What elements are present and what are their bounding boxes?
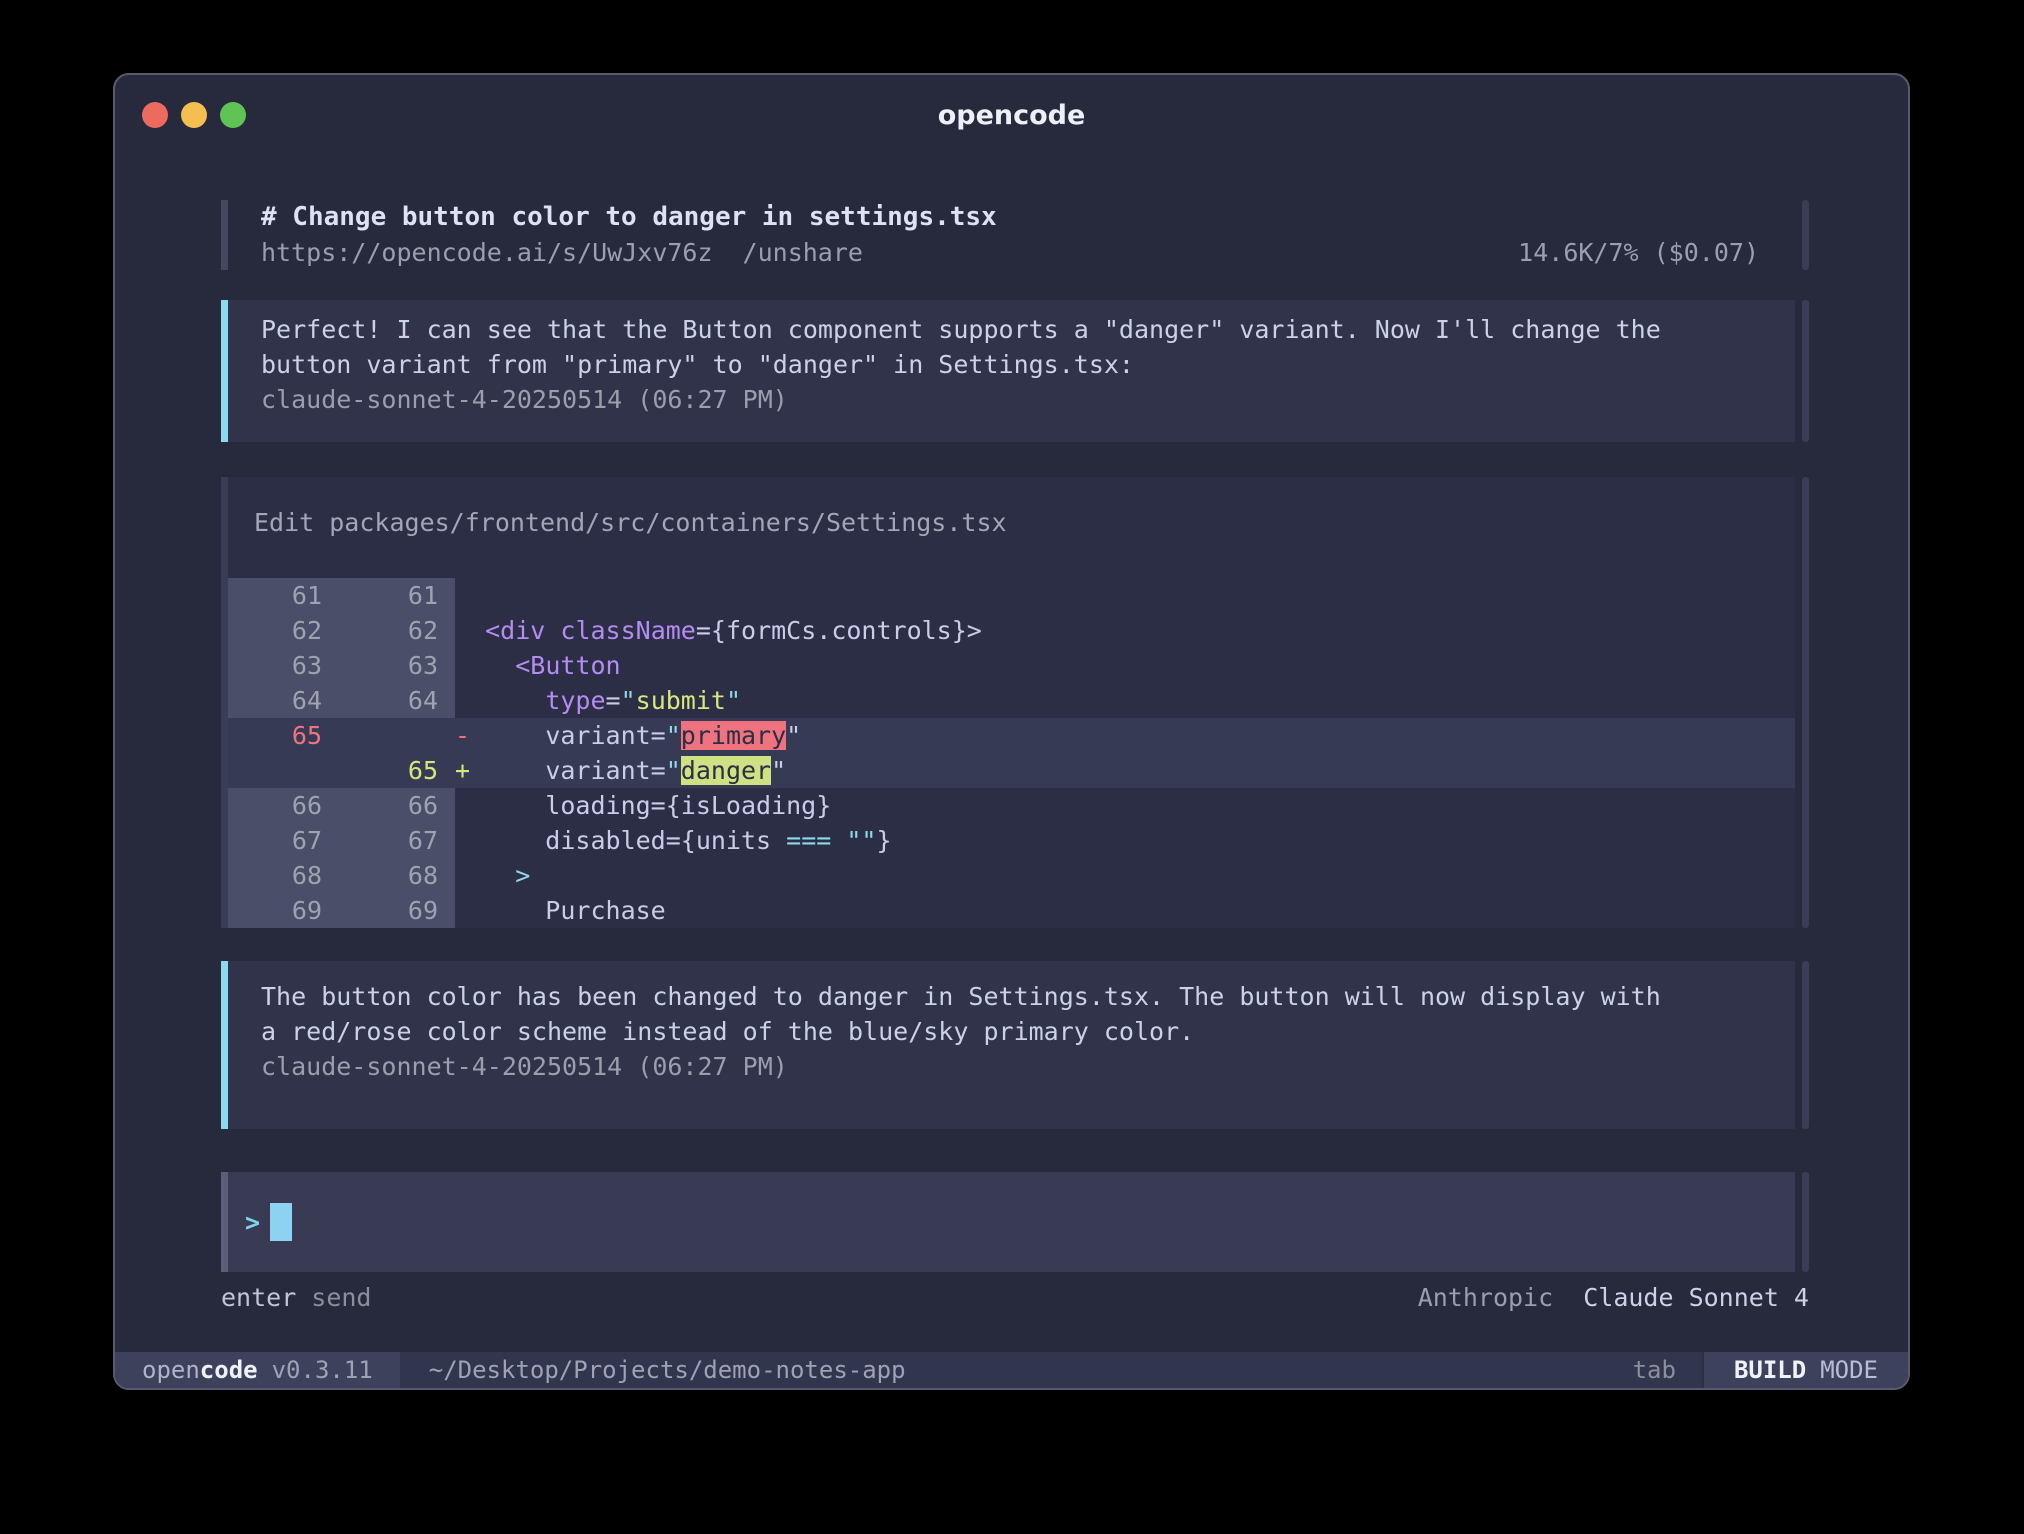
diff-code-line: <Button (455, 648, 1795, 683)
diff-code-line: type="submit" (455, 683, 1795, 718)
scrollbar-segment (1802, 477, 1809, 928)
diff-new-line-number: 66 (322, 788, 438, 823)
scrollbar-segment (1802, 961, 1809, 1129)
diff-new-line-number: 67 (322, 823, 438, 858)
titlebar: opencode (115, 75, 1908, 155)
message-text: button variant from "primary" to "danger… (261, 347, 1795, 382)
diff-gutter-pad (438, 788, 455, 823)
diff-code-line: loading={isLoading} (455, 788, 1795, 823)
tab-key-hint: tab (1633, 1356, 1676, 1384)
prompt-symbol: > (245, 1208, 260, 1237)
enter-key-hint: enter (221, 1280, 296, 1315)
diff-row: 6262 <div className={formCs.controls}> (228, 613, 1795, 648)
app-name-open: open (142, 1356, 200, 1384)
diff-new-line-number: 69 (322, 893, 438, 928)
scrollbar-segment (1802, 200, 1809, 270)
message-text: The button color has been changed to dan… (261, 979, 1795, 1014)
diff-code-line: Purchase (455, 893, 1795, 928)
model-label: Claude Sonnet 4 (1583, 1283, 1809, 1312)
diff-new-line-number: 64 (322, 683, 438, 718)
diff-old-line-number: 65 (228, 718, 322, 753)
diff-new-line-number: 68 (322, 858, 438, 893)
diff-gutter-pad (438, 613, 455, 648)
status-bar: opencode v0.3.11 ~/Desktop/Projects/demo… (115, 1352, 1908, 1388)
message-text: a red/rose color scheme instead of the b… (261, 1014, 1795, 1049)
app-version: v0.3.11 (272, 1356, 373, 1384)
diff-old-line-number: 61 (228, 578, 322, 613)
message-text: Perfect! I can see that the Button compo… (261, 312, 1795, 347)
window-title: opencode (115, 100, 1908, 131)
input-accent-bar (221, 1172, 228, 1272)
diff-new-line-number: 62 (322, 613, 438, 648)
diff-old-line-number: 66 (228, 788, 322, 823)
diff-gutter-pad (438, 753, 455, 788)
diff-new-line-number (322, 718, 438, 753)
diff-table: 61616262 <div className={formCs.controls… (228, 578, 1795, 928)
diff-row: 6161 (228, 578, 1795, 613)
diff-old-line-number: 64 (228, 683, 322, 718)
diff-code-line: > (455, 858, 1795, 893)
diff-new-line-number: 63 (322, 648, 438, 683)
assistant-message-1: Perfect! I can see that the Button compo… (221, 300, 1809, 442)
diff-row: 65 + variant="danger" (228, 753, 1795, 788)
diff-gutter-pad (438, 648, 455, 683)
diff-gutter-pad (438, 823, 455, 858)
diff-old-line-number: 68 (228, 858, 322, 893)
diff-row: 6464 type="submit" (228, 683, 1795, 718)
session-header: # Change button color to danger in setti… (221, 200, 1809, 270)
diff-gutter-pad (438, 683, 455, 718)
diff-gutter-pad (438, 893, 455, 928)
mode-suffix: MODE (1820, 1356, 1878, 1384)
scrollbar-segment (1802, 1172, 1809, 1272)
diff-new-line-number: 65 (322, 753, 438, 788)
diff-old-line-number (228, 753, 322, 788)
diff-gutter-pad (438, 578, 455, 613)
diff-row: 6363 <Button (228, 648, 1795, 683)
mode-name: BUILD (1734, 1356, 1806, 1384)
diff-old-line-number: 63 (228, 648, 322, 683)
diff-row: 6666 loading={isLoading} (228, 788, 1795, 823)
session-title: # Change button color to danger in setti… (261, 200, 1795, 235)
diff-new-line-number: 61 (322, 578, 438, 613)
working-directory: ~/Desktop/Projects/demo-notes-app (429, 1356, 906, 1384)
diff-row: 6969 Purchase (228, 893, 1795, 928)
session-content: # Change button color to danger in setti… (115, 155, 1908, 1352)
diff-code-line (455, 578, 1795, 613)
send-label: send (311, 1280, 371, 1315)
diff-code-line: - variant="primary" (455, 718, 1795, 753)
opencode-window: opencode # Change button color to danger… (113, 73, 1910, 1390)
edit-tool-block: Edit packages/frontend/src/containers/Se… (221, 477, 1809, 928)
token-usage: 14.6K/7% ($0.07) (1518, 235, 1795, 270)
edit-file-path: Edit packages/frontend/src/containers/Se… (228, 505, 1795, 540)
diff-row: 6767 disabled={units === ""} (228, 823, 1795, 858)
message-accent-bar (221, 961, 228, 1129)
prompt-input-row: > (221, 1172, 1809, 1272)
text-cursor (270, 1203, 292, 1241)
app-version-tile: opencode v0.3.11 (115, 1352, 400, 1388)
hint-row: enter send Anthropic Claude Sonnet 4 (221, 1280, 1809, 1315)
session-header-accent-bar (221, 200, 228, 270)
provider-label: Anthropic (1418, 1283, 1553, 1312)
diff-gutter-pad (438, 718, 455, 753)
diff-old-line-number: 69 (228, 893, 322, 928)
assistant-message-2: The button color has been changed to dan… (221, 961, 1809, 1129)
diff-row: 6868 > (228, 858, 1795, 893)
prompt-input[interactable]: > (228, 1172, 1795, 1272)
share-url[interactable]: https://opencode.ai/s/UwJxv76z (261, 235, 713, 270)
diff-gutter-pad (438, 858, 455, 893)
message-meta: claude-sonnet-4-20250514 (06:27 PM) (261, 1049, 1795, 1084)
app-name-code: code (200, 1356, 258, 1384)
diff-code-line: <div className={formCs.controls}> (455, 613, 1795, 648)
diff-code-line: + variant="danger" (455, 753, 1795, 788)
diff-old-line-number: 62 (228, 613, 322, 648)
edit-accent-bar (221, 477, 228, 928)
scrollbar-segment (1802, 300, 1809, 442)
diff-code-line: disabled={units === ""} (455, 823, 1795, 858)
message-accent-bar (221, 300, 228, 442)
message-meta: claude-sonnet-4-20250514 (06:27 PM) (261, 382, 1795, 417)
unshare-command[interactable]: /unshare (743, 235, 863, 270)
diff-old-line-number: 67 (228, 823, 322, 858)
diff-row: 65 - variant="primary" (228, 718, 1795, 753)
mode-toggle[interactable]: BUILD MODE (1702, 1352, 1908, 1388)
